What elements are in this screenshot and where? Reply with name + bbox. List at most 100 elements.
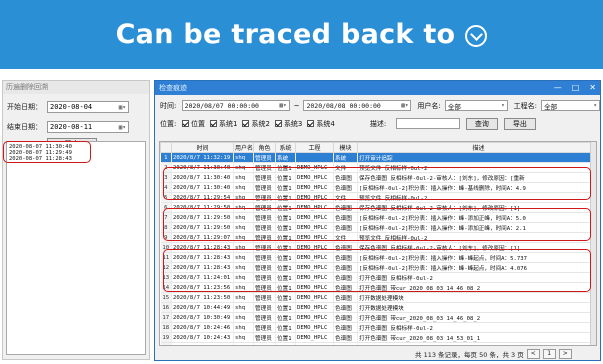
table-row[interactable]: 17 2020/8/7 10:30:49 shq 管理员 位置1 DEMO_HPLC 色谱图… — [160, 312, 596, 323]
calendar-dropdown-icon[interactable]: ▦▾ — [401, 102, 408, 109]
time-separator: ~ — [293, 101, 300, 110]
start-date-row: 开始日期： 2020-08-04 ▦▾ — [3, 100, 149, 114]
checkbox-label: 系统3 — [283, 119, 303, 128]
table-cell: 打开数据处理模块 — [357, 302, 596, 313]
end-date-row: 结束日期： 2020-08-11 ▦▾ — [3, 120, 149, 134]
query-button[interactable]: 查询 — [465, 117, 498, 130]
checkbox-system3[interactable]: 系统3 — [274, 119, 303, 129]
table-cell: 管理员 — [253, 152, 276, 163]
table-cell: shq — [233, 152, 254, 163]
time-from-picker[interactable]: 2020/08/07 00:00:00 ▦▾ — [181, 100, 290, 111]
time-to-picker[interactable]: 2020/08/08 00:00:00 ▦▾ — [303, 100, 412, 111]
checkbox-system2[interactable]: 系统2 — [242, 119, 270, 129]
page-number-button[interactable]: 1 — [542, 349, 556, 359]
table-cell: 位置1 — [275, 332, 296, 343]
chevron-down-icon[interactable]: ▾ — [593, 102, 597, 109]
trace-list[interactable]: 2020-08-07 11:30:40 2020-08-07 11:29:49 … — [6, 141, 146, 355]
calendar-dropdown-icon[interactable]: ▦▾ — [279, 102, 286, 109]
description-label: 描述: — [369, 119, 387, 128]
table-header-row: 时间用户名角色系统工程模块描述计 — [160, 142, 596, 153]
table-cell: 2020/8/7 10:24:46 — [171, 322, 234, 333]
table-cell: 管理员 — [253, 322, 276, 333]
table-cell: 位置1 — [275, 292, 296, 303]
end-date-picker[interactable]: 2020-08-11 ▦▾ — [47, 121, 129, 133]
table-cell: 色谱图 — [333, 292, 358, 303]
checkbox-label: 系统2 — [251, 119, 270, 128]
window-controls: — □ ✕ — [554, 81, 596, 95]
window-title: 检查痕迹 — [159, 84, 187, 92]
checkbox-position[interactable]: 位置 — [182, 119, 205, 129]
column-header[interactable]: 工程 — [295, 142, 334, 153]
filter-row-time: 时间: 2020/08/07 00:00:00 ▦▾ ~ 2020/08/08 0… — [155, 99, 601, 112]
next-page-button[interactable]: > — [558, 349, 572, 359]
table-cell: 色谱图 — [333, 342, 358, 345]
column-header[interactable]: 用户名 — [233, 142, 254, 153]
table-cell: 位置1 — [275, 342, 296, 345]
table-cell: 打开色谱图 带cur_2020_08_03 14_46_08_2 — [357, 312, 596, 323]
checkbox-icon[interactable] — [210, 120, 217, 127]
row-index: 17 — [160, 312, 172, 323]
table-cell: 打开数据处理模块 — [357, 292, 596, 303]
checkbox-icon[interactable] — [307, 120, 315, 127]
checkbox-icon[interactable] — [242, 120, 250, 127]
column-header[interactable]: 角色 — [253, 142, 276, 153]
checkbox-icon[interactable] — [182, 120, 189, 127]
export-button[interactable]: 导出 — [503, 117, 536, 130]
column-header[interactable]: 系统 — [275, 142, 296, 153]
project-value: 全部 — [544, 102, 558, 111]
table-cell: 2020/8/7 11:32:19 — [171, 152, 234, 163]
column-header[interactable]: 模块 — [333, 142, 358, 153]
checkbox-system4[interactable]: 系统4 — [307, 119, 335, 129]
start-date-picker[interactable]: 2020-08-04 ▦▾ — [47, 101, 129, 113]
row-index: 20 — [160, 342, 172, 345]
table-cell: 系统 — [333, 152, 358, 163]
calendar-dropdown-icon[interactable]: ▦▾ — [119, 124, 126, 131]
table-cell: 打开色谱图 反相标样-0ul-2 — [357, 322, 596, 333]
table-cell: DEMO_HPLC — [295, 342, 334, 345]
table-cell: DEMO_HPLC — [295, 312, 334, 323]
table-cell: shq — [233, 292, 254, 303]
column-header[interactable] — [160, 142, 172, 153]
start-date-label: 开始日期： — [7, 103, 42, 111]
maximize-icon[interactable]: □ — [572, 81, 580, 95]
highlight-box — [163, 249, 591, 292]
chevron-down-icon[interactable]: ▾ — [501, 102, 505, 109]
table-cell: 系统 — [275, 152, 296, 163]
highlight-box — [3, 141, 91, 163]
prev-page-button[interactable]: < — [526, 349, 540, 359]
end-date-label: 结束日期： — [7, 123, 42, 131]
minimize-icon[interactable]: — — [554, 81, 562, 95]
project-select[interactable]: 全部 ▾ — [541, 100, 601, 111]
table-cell: DEMO_HPLC — [295, 292, 334, 303]
table-row[interactable]: 15 2020/8/7 11:23:50 shq 管理员 位置1 DEMO_HPLC 色谱图… — [160, 292, 596, 303]
user-select[interactable]: 全部 ▾ — [444, 100, 508, 111]
table-cell: 管理员 — [253, 342, 276, 345]
close-icon[interactable]: ✕ — [589, 81, 596, 95]
calendar-dropdown-icon[interactable]: ▦▾ — [119, 104, 126, 111]
table-row[interactable]: 202020/8/7 10:17:46shq管理员位置1DEMO_HPLC色谱图… — [160, 342, 596, 345]
description-input[interactable] — [395, 118, 460, 129]
highlight-box — [163, 208, 591, 241]
user-label: 用户名: — [417, 101, 441, 110]
column-header[interactable]: 时间 — [171, 142, 234, 153]
table-row[interactable]: 19 2020/8/7 10:24:43 shq 管理员 位置1 DEMO_HPLC 色谱图… — [160, 332, 596, 343]
window-titlebar: 检查痕迹 — □ ✕ — [155, 81, 600, 95]
user-value: 全部 — [447, 102, 461, 111]
trace-panel-title: 历遍删除回溯 — [3, 81, 149, 94]
table-cell: 管理员 — [253, 312, 276, 323]
column-header[interactable]: 描述 — [357, 142, 596, 153]
row-index: 16 — [160, 302, 172, 313]
filter-row-position: 位置: 位置 系统1 系统2 系统3 系统4 描述: 查询 导出 — [155, 117, 600, 130]
table-cell: 色谱图 — [333, 302, 358, 313]
position-label: 位置: — [160, 119, 177, 128]
table-cell: 打开数据处理模块 — [357, 342, 596, 345]
table-cell: 位置1 — [275, 322, 296, 333]
table-row[interactable]: 16 2020/8/7 10:44:49 shq 管理员 位置1 DEMO_HPLC 色谱图… — [160, 302, 596, 313]
checkbox-system1[interactable]: 系统1 — [210, 119, 237, 129]
trace-panel: 历遍删除回溯 开始日期： 2020-08-04 ▦▾ 结束日期： 2020-08-… — [2, 80, 150, 360]
pagination-summary: 共 113 条记录，每页 50 条，共 3 页 — [415, 351, 524, 359]
checkbox-icon[interactable] — [274, 120, 282, 127]
table-cell: 2020/8/7 11:23:50 — [171, 292, 234, 303]
table-row[interactable]: 18 2020/8/7 10:24:46 shq 管理员 位置1 DEMO_HPLC 色谱图… — [160, 322, 596, 333]
table-row[interactable]: 12020/8/7 11:32:19shq管理员系统系统打开审计追踪shan — [160, 152, 596, 163]
